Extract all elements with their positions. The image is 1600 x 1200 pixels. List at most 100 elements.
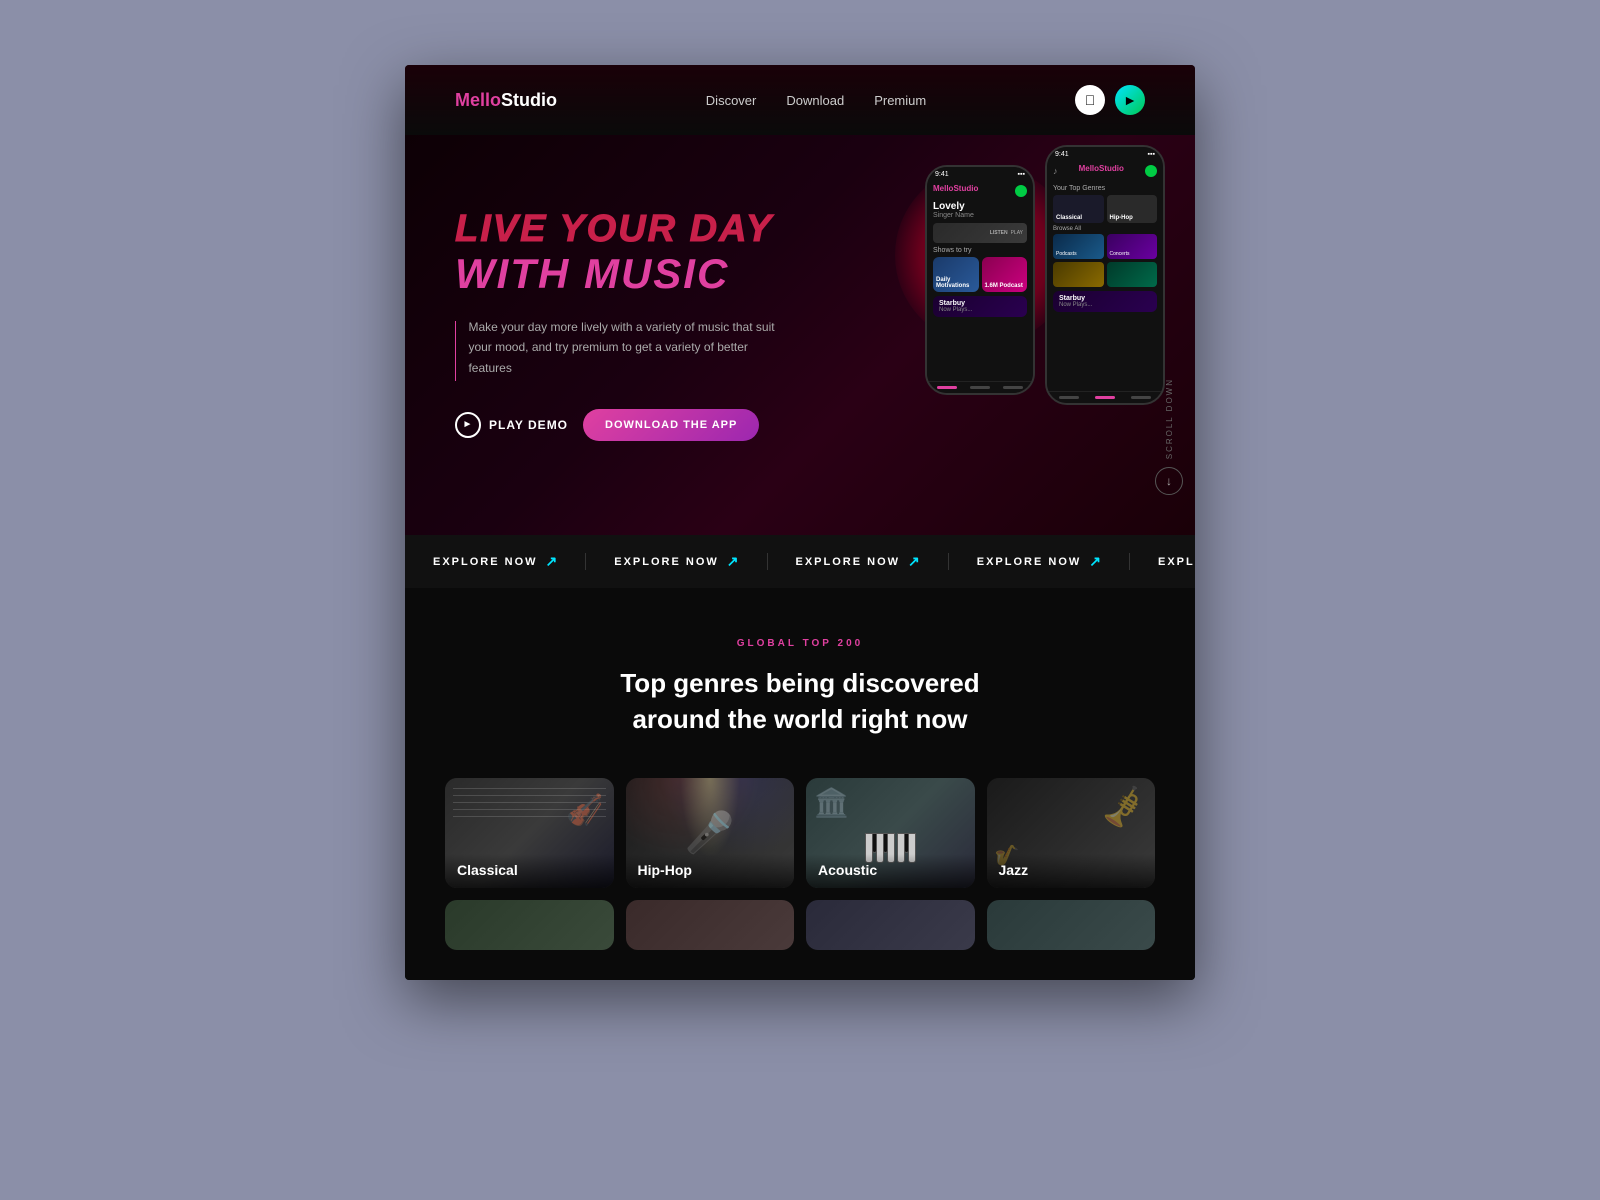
nav-links: Discover Download Premium (706, 93, 926, 108)
explore-arrow-4: ↗ (1089, 553, 1101, 570)
phone-np-title-right: Starbuy (1059, 295, 1151, 302)
phone-nav-search-right[interactable] (1095, 396, 1115, 399)
section-tag: GLOBAL TOP 200 (445, 638, 1155, 649)
phone-genre-hiphop-label: Hip-Hop (1110, 215, 1133, 221)
phone-status-dot-right (1145, 165, 1157, 177)
phone-brand-left: MelloStudio (933, 184, 978, 193)
phone-nav-search[interactable] (970, 386, 990, 389)
page-wrapper: MelloStudio Discover Download Premium  … (405, 65, 1195, 980)
phone-header-left: MelloStudio (927, 182, 1033, 197)
phone-screen-right: 9:41 ▪▪▪ ♪ MelloStudio Your Top Genres (1047, 147, 1163, 403)
phone-genre-classical: Classical (1053, 195, 1104, 223)
explore-label-2: EXPLORE NOW (614, 556, 719, 568)
scroll-down-button[interactable]: ↓ (1155, 467, 1183, 495)
explore-label-3: EXPLORE NOW (796, 556, 901, 568)
google-play-button[interactable]: ► (1115, 85, 1145, 115)
phone-time-left: 9:41 (935, 171, 949, 178)
explore-label-4: EXPLORE NOW (977, 556, 1082, 568)
explore-bar: EXPLORE NOW ↗ EXPLORE NOW ↗ EXPLORE NOW … (405, 535, 1195, 588)
nav-icons:  ► (1075, 85, 1145, 115)
play-demo-icon: ► (455, 412, 481, 438)
genre-name-classical: Classical (457, 862, 518, 878)
phone-browse-item3 (1053, 262, 1104, 287)
play-demo-button[interactable]: ► PLAY DEMO (455, 412, 568, 438)
genres-section: GLOBAL TOP 200 Top genres being discover… (405, 588, 1195, 980)
logo-mello: Mello (455, 90, 501, 110)
nav-premium[interactable]: Premium (874, 93, 926, 108)
phone-genre-classical-label: Classical (1056, 215, 1082, 221)
phone-nav-home-right[interactable] (1059, 396, 1079, 399)
explore-arrow-2: ↗ (727, 553, 739, 570)
explore-label-1: EXPLORE NOW (433, 556, 538, 568)
explore-item-3[interactable]: EXPLORE NOW ↗ (768, 553, 949, 570)
genre-overlay-hiphop: Hip-Hop (626, 854, 795, 888)
explore-arrow-3: ↗ (908, 553, 920, 570)
genre-grid: 🎻 Classical 🎤 Hip-Hop (445, 778, 1155, 888)
explore-item-4[interactable]: EXPLORE NOW ↗ (949, 553, 1130, 570)
phone-nav-home[interactable] (937, 386, 957, 389)
phone-song-artist: Singer Name (933, 212, 1027, 219)
explore-item-5[interactable]: EXPLORE NOW ↗ (1130, 553, 1195, 570)
nav-discover[interactable]: Discover (706, 93, 757, 108)
phone-status-icons-right: ▪▪▪ (1148, 151, 1155, 158)
section-title-line2: around the world right now (632, 704, 967, 734)
phone-brand-right: MelloStudio (1079, 164, 1124, 173)
genre-card-hiphop[interactable]: 🎤 Hip-Hop (626, 778, 795, 888)
logo-studio: Studio (501, 90, 557, 110)
apple-store-button[interactable]:  (1075, 85, 1105, 115)
hero-content: LIVE YOUR DAY WITH MUSIC Make your day m… (455, 209, 775, 441)
hero-phones: 9:41 ▪▪▪ MelloStudio Lovely Singer Name … (925, 145, 1165, 395)
phone-content-right: Your Top Genres Classical Hip-Hop Browse… (1047, 177, 1163, 391)
phone-browse-label: Browse All (1053, 226, 1157, 232)
phone-status-icons-left: ▪▪▪ (1018, 171, 1025, 178)
section-title: Top genres being discovered around the w… (445, 665, 1155, 738)
phone-shows-label: Shows to try (933, 247, 1027, 254)
phone-bottom-nav-right (1047, 391, 1163, 403)
phone-browse-item4 (1107, 262, 1158, 287)
hero-title-bottom: WITH MUSIC (455, 251, 775, 297)
phone-nav-library[interactable] (1003, 386, 1023, 389)
explore-label-5: EXPLORE NOW (1158, 556, 1195, 568)
hero-section: LIVE YOUR DAY WITH MUSIC Make your day m… (405, 135, 1195, 535)
phone-np-title-left: Starbuy (939, 300, 1021, 307)
genre-name-jazz: Jazz (999, 862, 1029, 878)
phone-status-bar-right: 9:41 ▪▪▪ (1047, 147, 1163, 162)
phone-browse-podcasts-label: Podcasts (1056, 251, 1077, 257)
genre-card-partial-4[interactable] (987, 900, 1156, 950)
genre-card-partial-1[interactable] (445, 900, 614, 950)
explore-item-1[interactable]: EXPLORE NOW ↗ (405, 553, 586, 570)
phone-browse-podcasts: Podcasts (1053, 234, 1104, 259)
logo[interactable]: MelloStudio (455, 90, 557, 111)
phone-now-playing-left: Starbuy Now Plays... (933, 296, 1027, 317)
explore-arrow-1: ↗ (546, 553, 558, 570)
genre-card-partial-3[interactable] (806, 900, 975, 950)
genre-overlay-classical: Classical (445, 854, 614, 888)
phone-screen-left: 9:41 ▪▪▪ MelloStudio Lovely Singer Name … (927, 167, 1033, 393)
download-app-button[interactable]: DOWNLOAD THE APP (583, 409, 759, 441)
nav-download[interactable]: Download (786, 93, 844, 108)
phone-nav-library-right[interactable] (1131, 396, 1151, 399)
play-demo-label: PLAY DEMO (489, 418, 568, 432)
phone-mockup-left: 9:41 ▪▪▪ MelloStudio Lovely Singer Name … (925, 165, 1035, 395)
phone-grid-left: Daily Motivations 1.6M Podcast (933, 257, 1027, 292)
genre-card-jazz[interactable]: 🎺 🎷 Jazz (987, 778, 1156, 888)
phone-browse-concerts-label: Concerts (1110, 251, 1130, 257)
phone-content-left: Lovely Singer Name LISTEN PLAY Shows to … (927, 197, 1033, 381)
phone-np-sub-right: Now Plays... (1059, 302, 1151, 308)
genre-card-classical[interactable]: 🎻 Classical (445, 778, 614, 888)
trumpet-icon: 🎺 (1097, 783, 1150, 834)
navbar: MelloStudio Discover Download Premium  … (405, 65, 1195, 135)
hero-description: Make your day more lively with a variety… (468, 317, 775, 378)
phone-grid-daily: Daily Motivations (933, 257, 979, 292)
phone-genre-hiphop: Hip-Hop (1107, 195, 1158, 223)
phone-browse-grid: Podcasts Concerts (1053, 234, 1157, 287)
explore-item-2[interactable]: EXPLORE NOW ↗ (586, 553, 767, 570)
genre-grid-partial (445, 900, 1155, 950)
phone-song-title: Lovely (933, 201, 1027, 212)
hero-divider (455, 321, 456, 381)
phone-genres-grid: Classical Hip-Hop (1053, 195, 1157, 223)
phone-time-right: 9:41 (1055, 151, 1069, 158)
genre-card-partial-2[interactable] (626, 900, 795, 950)
genre-card-acoustic[interactable]: 🏛️ Acoustic (806, 778, 975, 888)
hero-desc-block: Make your day more lively with a variety… (455, 317, 775, 381)
